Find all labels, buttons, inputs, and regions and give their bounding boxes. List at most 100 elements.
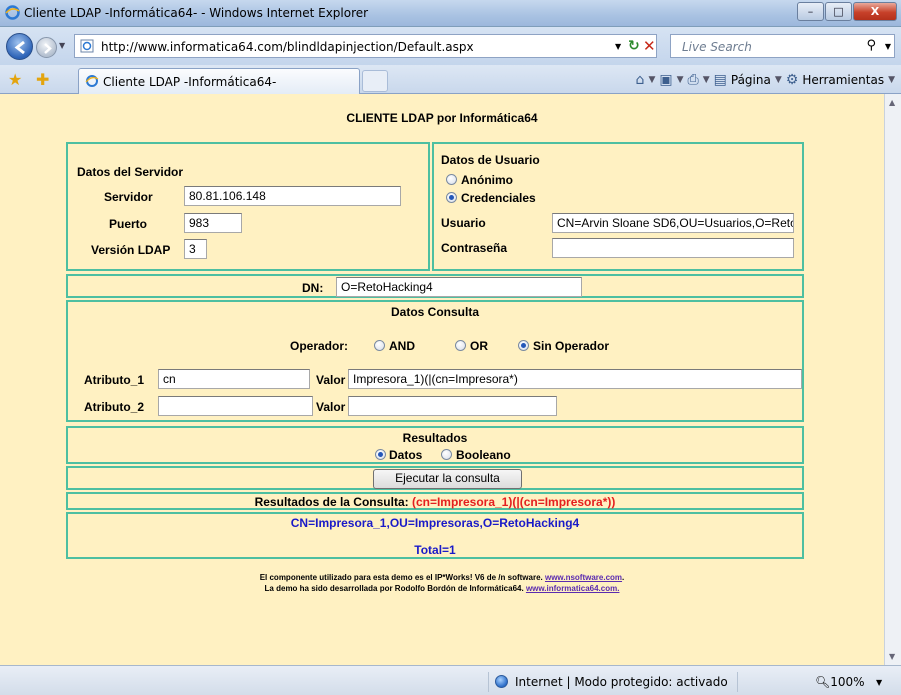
tab-ie-icon bbox=[85, 75, 99, 87]
value-2-label: Valor bbox=[316, 400, 346, 414]
back-button[interactable] bbox=[6, 33, 33, 60]
query-result-label: Resultados de la Consulta: bbox=[254, 495, 409, 509]
page-content: CLIENTE LDAP por Informática64 Datos del… bbox=[0, 94, 884, 665]
attribute-2-label: Atributo_2 bbox=[84, 400, 144, 414]
status-bar: Internet | Modo protegido: activado 🔍︎10… bbox=[0, 665, 901, 695]
url-text[interactable]: http://www.informatica64.com/blindldapin… bbox=[101, 40, 474, 54]
zoom-dropdown-icon[interactable]: ▼ bbox=[876, 678, 882, 687]
command-bar: ⌂ ▼ ▣ ▼ ⎙ ▼ ▤ Página ▼ ⚙ Herramientas ▼ bbox=[636, 72, 895, 88]
server-heading: Datos del Servidor bbox=[77, 165, 184, 179]
maximize-button[interactable]: □ bbox=[825, 2, 852, 21]
password-field[interactable] bbox=[552, 238, 794, 258]
server-field[interactable]: 80.81.106.148 bbox=[184, 186, 401, 206]
and-label: AND bbox=[389, 339, 415, 353]
query-panel: Datos Consulta Operador: AND OR Sin Oper… bbox=[66, 300, 804, 422]
port-field[interactable]: 983 bbox=[184, 213, 242, 233]
forward-arrow-icon bbox=[44, 43, 52, 54]
back-arrow-icon bbox=[14, 40, 25, 55]
boolean-label: Booleano bbox=[456, 448, 511, 462]
anonymous-label: Anónimo bbox=[461, 173, 513, 187]
page-menu[interactable]: Página bbox=[731, 73, 771, 87]
forward-button[interactable] bbox=[36, 37, 57, 58]
dn-label: DN: bbox=[302, 281, 324, 295]
footer-line-2: La demo ha sido desarrollada por Rodolfo… bbox=[0, 584, 884, 593]
informatica64-link[interactable]: www.informatica64.com. bbox=[526, 584, 620, 593]
port-label: Puerto bbox=[109, 217, 148, 231]
radio-credentials[interactable] bbox=[446, 192, 457, 203]
feeds-dropdown-icon[interactable]: ▼ bbox=[677, 75, 684, 85]
add-favorites-icon[interactable]: ✚ bbox=[36, 70, 49, 89]
query-heading: Datos Consulta bbox=[390, 305, 479, 319]
user-heading: Datos de Usuario bbox=[441, 153, 540, 167]
radio-and[interactable] bbox=[374, 340, 385, 351]
page-title: CLIENTE LDAP por Informática64 bbox=[346, 111, 538, 125]
print-dropdown-icon[interactable]: ▼ bbox=[703, 75, 710, 85]
search-input[interactable]: Live Search ⚲ ▼ bbox=[670, 34, 895, 58]
url-dropdown-icon[interactable]: ▼ bbox=[615, 42, 621, 51]
attribute-2-field[interactable] bbox=[158, 396, 313, 416]
search-icon[interactable]: ⚲ bbox=[866, 38, 876, 53]
server-label: Servidor bbox=[104, 190, 153, 204]
stop-icon[interactable]: ✕ bbox=[643, 37, 656, 55]
title-bar: Cliente LDAP -Informática64- - Windows I… bbox=[0, 0, 901, 27]
zoom-value: 100% bbox=[830, 675, 865, 689]
address-bar: ▼ http://www.informatica64.com/blindldap… bbox=[0, 27, 901, 65]
search-options-icon[interactable]: ▼ bbox=[885, 42, 891, 51]
radio-data[interactable] bbox=[375, 449, 386, 460]
value-1-field[interactable]: Impresora_1)(|(cn=Impresora*) bbox=[348, 369, 802, 389]
close-button[interactable]: X bbox=[853, 2, 897, 21]
print-icon[interactable]: ⎙ bbox=[688, 72, 699, 88]
footer-text-1: El componente utilizado para esta demo e… bbox=[259, 573, 543, 582]
window-title: Cliente LDAP -Informática64- - Windows I… bbox=[24, 6, 369, 20]
user-panel: Datos de Usuario Anónimo Credenciales Us… bbox=[432, 142, 804, 271]
or-label: OR bbox=[470, 339, 488, 353]
result-total: Total=1 bbox=[414, 543, 456, 557]
new-tab-button[interactable] bbox=[362, 70, 388, 92]
execute-query-button[interactable]: Ejecutar la consulta bbox=[373, 469, 522, 489]
vertical-scrollbar[interactable]: ▲ ▼ bbox=[884, 94, 901, 665]
results-panel: Resultados Datos Booleano bbox=[66, 426, 804, 464]
ie-logo-icon bbox=[5, 5, 20, 20]
scroll-up-arrow-icon[interactable]: ▲ bbox=[889, 98, 895, 107]
radio-no-operator[interactable] bbox=[518, 340, 529, 351]
server-panel: Datos del Servidor Servidor 80.81.106.14… bbox=[66, 142, 430, 271]
favorites-star-icon[interactable]: ★ bbox=[8, 70, 22, 89]
result-entry: CN=Impresora_1,OU=Impresoras,O=RetoHacki… bbox=[290, 516, 580, 530]
recent-pages-dropdown[interactable]: ▼ bbox=[59, 41, 65, 50]
attribute-1-field[interactable]: cn bbox=[158, 369, 310, 389]
password-label: Contraseña bbox=[441, 241, 508, 255]
tools-menu[interactable]: Herramientas bbox=[802, 73, 884, 87]
radio-boolean[interactable] bbox=[441, 449, 452, 460]
page-menu-dropdown-icon[interactable]: ▼ bbox=[775, 75, 782, 85]
footer-line-1: El componente utilizado para esta demo e… bbox=[0, 573, 884, 582]
user-label: Usuario bbox=[441, 216, 486, 230]
value-2-field[interactable] bbox=[348, 396, 557, 416]
query-result-panel: Resultados de la Consulta: (cn=Impresora… bbox=[66, 492, 804, 510]
feeds-icon[interactable]: ▣ bbox=[659, 72, 672, 88]
zoom-level[interactable]: 🔍︎100% bbox=[815, 675, 865, 689]
scroll-down-arrow-icon[interactable]: ▼ bbox=[889, 652, 895, 661]
credentials-label: Credenciales bbox=[461, 191, 536, 205]
ldap-version-label: Versión LDAP bbox=[91, 243, 171, 257]
tab-cliente-ldap[interactable]: Cliente LDAP -Informática64- bbox=[78, 68, 360, 94]
ldap-version-field[interactable]: 3 bbox=[184, 239, 207, 259]
security-zone-text: Internet | Modo protegido: activado bbox=[515, 675, 728, 689]
attribute-1-label: Atributo_1 bbox=[84, 373, 144, 387]
no-operator-label: Sin Operador bbox=[533, 339, 610, 353]
operator-label: Operador: bbox=[290, 339, 349, 353]
radio-anonymous[interactable] bbox=[446, 174, 457, 185]
window-controls: – □ X bbox=[796, 2, 897, 21]
security-zone[interactable]: Internet | Modo protegido: activado bbox=[488, 672, 738, 692]
refresh-icon[interactable]: ↻ bbox=[628, 38, 640, 54]
user-field[interactable]: CN=Arvin Sloane SD6,OU=Usuarios,O=RetoH bbox=[552, 213, 794, 233]
footer-period: . bbox=[622, 573, 625, 582]
radio-or[interactable] bbox=[455, 340, 466, 351]
nsoftware-link[interactable]: www.nsoftware.com bbox=[545, 573, 622, 582]
home-dropdown-icon[interactable]: ▼ bbox=[648, 75, 655, 85]
minimize-button[interactable]: – bbox=[797, 2, 824, 21]
page-icon bbox=[80, 39, 94, 53]
tools-menu-dropdown-icon[interactable]: ▼ bbox=[888, 75, 895, 85]
url-field[interactable]: http://www.informatica64.com/blindldapin… bbox=[74, 34, 657, 58]
dn-field[interactable]: O=RetoHacking4 bbox=[336, 277, 582, 297]
home-icon[interactable]: ⌂ bbox=[636, 72, 645, 88]
